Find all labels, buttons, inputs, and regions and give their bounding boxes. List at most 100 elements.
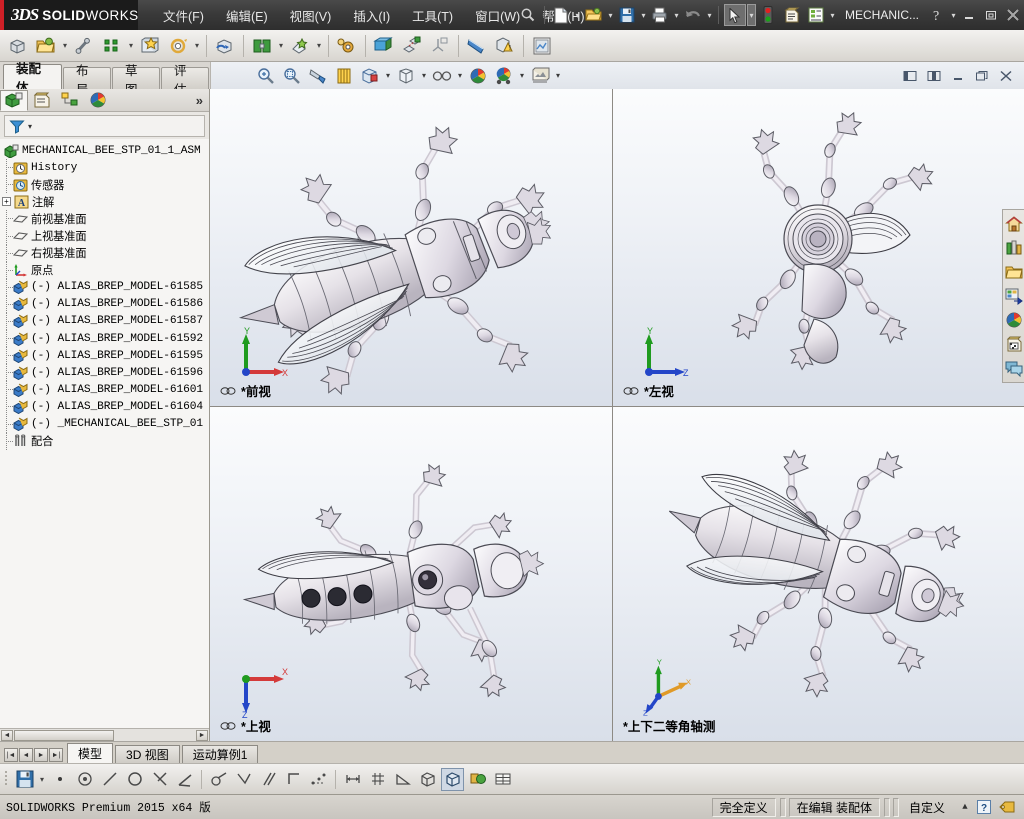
status-units[interactable]: 自定义 (902, 798, 952, 817)
view-orientation-icon[interactable] (332, 64, 356, 88)
feature-tree-node[interactable]: (-) _MECHANICAL_BEE_STP_01 (0, 415, 209, 433)
corner-icon[interactable] (282, 768, 305, 791)
parallel-icon[interactable] (257, 768, 280, 791)
angle-measure-icon[interactable] (391, 768, 414, 791)
insert-components-dropdown[interactable]: ▾ (60, 33, 70, 59)
clearance-verification-icon[interactable]: ! (492, 33, 518, 59)
feature-tree[interactable]: MECHANICAL_BEE_STP_01_1_ASM History 传感器 + A 注… (0, 139, 209, 728)
smart-fasteners-icon[interactable] (137, 33, 163, 59)
feature-tree-node[interactable]: 上视基准面 (0, 227, 209, 245)
coincident-icon[interactable] (73, 768, 96, 791)
appearance-ball-icon[interactable] (466, 768, 489, 791)
save-dropdown[interactable]: ▾ (639, 11, 648, 20)
feature-tree-hscrollbar[interactable]: ◄ ► (0, 728, 209, 741)
scene-dropdown[interactable]: ▾ (455, 64, 465, 88)
view-settings-icon[interactable] (492, 64, 516, 88)
mate-icon[interactable] (71, 33, 97, 59)
section-view-icon[interactable] (306, 64, 330, 88)
reference-geometry-dropdown[interactable]: ▾ (314, 33, 324, 59)
last-icon[interactable]: ►| (49, 748, 63, 762)
dimension-icon[interactable] (341, 768, 364, 791)
propertymanager-tab[interactable] (28, 90, 56, 111)
feature-tree-node[interactable]: (-) ALIAS_BREP_MODEL-61604 (0, 398, 209, 416)
tab-sketch[interactable]: 草图 (112, 64, 160, 97)
next-icon[interactable]: ► (34, 748, 48, 762)
options-dropdown[interactable]: ▾ (828, 11, 837, 20)
new-motion-study-icon[interactable] (334, 33, 360, 59)
menu-view[interactable]: 视图(V) (279, 3, 343, 28)
feature-tree-node[interactable]: (-) ALIAS_BREP_MODEL-61595 (0, 347, 209, 365)
move-component-icon[interactable] (165, 33, 191, 59)
tab-assembly[interactable]: 装配体 (3, 62, 62, 95)
menu-tools[interactable]: 工具(T) (401, 3, 464, 28)
bottom-tab-motionstudy[interactable]: 运动算例1 (181, 745, 259, 763)
feature-tree-node[interactable]: 前视基准面 (0, 210, 209, 228)
display-style-dropdown[interactable]: ▾ (383, 64, 393, 88)
viewport-left[interactable]: Y Z *左视 (613, 89, 1024, 406)
viewport-trimetric[interactable]: Y X Z *上下二等角轴测 (613, 407, 1024, 741)
save-icon[interactable] (13, 768, 36, 791)
viewport-vertical-splitter[interactable] (612, 89, 613, 741)
assembly-visualization-icon[interactable] (529, 33, 555, 59)
help-question-icon[interactable]: ? (974, 800, 994, 814)
feature-tree-node[interactable]: 传感器 (0, 176, 209, 194)
help-dropdown[interactable]: ▾ (949, 11, 958, 20)
undo-dropdown[interactable]: ▾ (705, 11, 714, 20)
grid-icon[interactable] (366, 768, 389, 791)
feature-tree-node[interactable]: 右视基准面 (0, 244, 209, 262)
task-appearances-button[interactable] (1004, 308, 1024, 332)
new-document-dropdown[interactable]: ▾ (573, 11, 582, 20)
menu-edit[interactable]: 编辑(E) (215, 3, 279, 28)
angle-icon[interactable] (173, 768, 196, 791)
hide-show-dropdown[interactable]: ▾ (419, 64, 429, 88)
graphics-area[interactable]: Y X *前视 Y Z *左视 X Z *上视 Y X Z *上下二等角轴测 (210, 89, 1024, 741)
feature-tree-node[interactable]: (-) ALIAS_BREP_MODEL-61596 (0, 364, 209, 382)
print-icon[interactable] (649, 4, 671, 26)
close-window-icon[interactable] (996, 66, 1016, 86)
prev-icon[interactable]: ◄ (19, 748, 33, 762)
feature-manager-more-tabs[interactable]: » (196, 93, 203, 108)
show-hidden-components-icon[interactable] (212, 33, 238, 59)
exploded-view-icon[interactable] (399, 33, 425, 59)
move-dropdown[interactable]: ▾ (192, 33, 202, 59)
tab-layout[interactable]: 布局 (63, 64, 111, 97)
feature-tree-node[interactable]: MECHANICAL_BEE_STP_01_1_ASM (0, 142, 209, 159)
hide-all-types-dropdown[interactable]: ▾ (553, 64, 563, 88)
configurationmanager-tab[interactable] (56, 90, 84, 111)
feature-tree-node[interactable]: 配合 (0, 432, 209, 450)
tangent-icon[interactable] (207, 768, 230, 791)
intersection-icon[interactable] (148, 768, 171, 791)
minimize-icon[interactable] (958, 4, 980, 26)
select-dropdown[interactable]: ▾ (746, 4, 756, 26)
apply-scene-icon[interactable] (430, 64, 454, 88)
displaymanager-tab[interactable] (84, 90, 112, 111)
feature-tree-node[interactable]: (-) ALIAS_BREP_MODEL-61586 (0, 295, 209, 313)
featuremanager-tab[interactable] (0, 89, 28, 111)
explode-line-sketch-icon[interactable] (427, 33, 453, 59)
select-arrow-icon[interactable] (723, 4, 746, 26)
appearance-icon[interactable] (466, 64, 490, 88)
edit-component-icon[interactable] (33, 33, 59, 59)
restore-window-icon[interactable] (972, 66, 992, 86)
open-folder-icon[interactable] (583, 4, 605, 26)
first-icon[interactable]: |◄ (4, 748, 18, 762)
isometric-box-icon[interactable] (441, 767, 464, 791)
interference-detection-icon[interactable] (464, 33, 490, 59)
view-settings-dropdown[interactable]: ▾ (517, 64, 527, 88)
insert-components-icon[interactable] (5, 33, 31, 59)
tag-icon[interactable] (994, 800, 1020, 814)
pattern-dropdown[interactable]: ▾ (126, 33, 136, 59)
split-right-icon[interactable] (924, 66, 944, 86)
hide-show-icon[interactable] (394, 64, 418, 88)
line-icon[interactable] (98, 768, 121, 791)
hide-all-types-icon[interactable] (528, 64, 552, 88)
feature-tree-node[interactable]: 原点 (0, 261, 209, 279)
circle-icon[interactable] (123, 768, 146, 791)
scroll-right-arrow[interactable]: ► (196, 730, 208, 741)
save-dropdown[interactable]: ▾ (37, 766, 47, 792)
undo-icon[interactable] (682, 4, 704, 26)
sketch-pattern-icon[interactable] (307, 768, 330, 791)
viewport-front[interactable]: Y X *前视 (210, 89, 612, 406)
expand-plus-icon[interactable]: + (2, 197, 11, 207)
viewport-horizontal-splitter[interactable] (210, 406, 1024, 407)
